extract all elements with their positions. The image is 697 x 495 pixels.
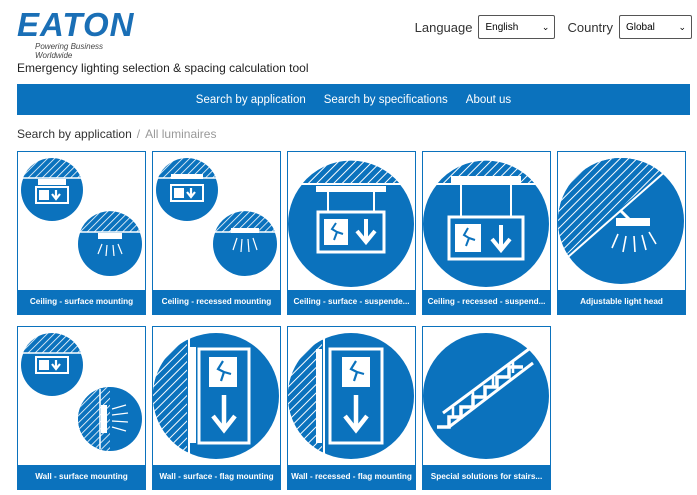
chevron-down-icon: ⌄ [678, 21, 686, 32]
card-wall-recessed-flag-mounting[interactable]: Wall - recessed - flag mounting [287, 326, 416, 490]
card-wall-surface-flag-mounting[interactable]: Wall - surface - flag mounting [152, 326, 281, 490]
logo-tagline: Powering Business Worldwide [35, 42, 104, 60]
card-wall-surface-mounting[interactable]: Wall - surface mounting [17, 326, 146, 490]
chevron-down-icon: ⌄ [541, 21, 550, 32]
breadcrumb-current: All luminaires [145, 127, 217, 141]
card-ceiling-surface-mounting[interactable]: Ceiling - surface mounting [17, 151, 146, 315]
card-label: Ceiling - recessed - suspend... [423, 290, 550, 314]
card-ceiling-recessed-mounting[interactable]: Ceiling - recessed mounting [152, 151, 281, 315]
card-label: Wall - recessed - flag mounting [288, 465, 415, 489]
card-adjustable-light-head[interactable]: Adjustable light head [557, 151, 686, 315]
country-select[interactable]: Global ⌄ [619, 15, 692, 39]
card-label: Special solutions for stairs... [423, 465, 550, 489]
adjustable-light-head-icon [558, 158, 684, 284]
breadcrumb-separator: / [136, 127, 141, 141]
card-label: Ceiling - recessed mounting [153, 290, 280, 314]
country-label: Country [567, 19, 613, 35]
breadcrumb: Search by application / All luminaires [17, 127, 216, 141]
wall-recessed-flag-icon [288, 333, 414, 459]
nav-search-by-specifications[interactable]: Search by specifications [324, 94, 448, 106]
card-special-solutions-stairs[interactable]: Special solutions for stairs... [422, 326, 551, 490]
card-label: Adjustable light head [558, 290, 685, 314]
logo-text: EATON [17, 6, 135, 43]
main-nav: Search by application Search by specific… [17, 84, 690, 115]
language-select[interactable]: English ⌄ [478, 15, 556, 39]
card-label: Ceiling - surface - suspende... [288, 290, 415, 314]
stairs-icon [423, 333, 549, 459]
app-title: Emergency lighting selection & spacing c… [17, 61, 309, 75]
nav-search-by-application[interactable]: Search by application [196, 94, 306, 106]
language-label: Language [414, 19, 473, 35]
language-value: English [485, 21, 519, 33]
card-label: Ceiling - surface mounting [18, 290, 145, 314]
ceiling-surface-suspended-icon [288, 160, 414, 287]
ceiling-recessed-icon [156, 157, 277, 276]
country-value: Global [626, 21, 655, 33]
card-ceiling-surface-suspended[interactable]: Ceiling - surface - suspende... [287, 151, 416, 315]
ceiling-surface-icon [21, 157, 142, 276]
eaton-logo[interactable]: EATON Powering Business Worldwide [17, 6, 137, 61]
wall-surface-flag-icon [153, 333, 279, 459]
ceiling-recessed-suspended-icon [423, 160, 549, 287]
card-label: Wall - surface mounting [18, 465, 145, 489]
locale-selectors: Language English ⌄ Country Global ⌄ [415, 15, 692, 39]
card-ceiling-recessed-suspended[interactable]: Ceiling - recessed - suspend... [422, 151, 551, 315]
nav-about-us[interactable]: About us [466, 94, 511, 106]
card-label: Wall - surface - flag mounting [153, 465, 280, 489]
wall-surface-icon [21, 332, 142, 451]
breadcrumb-root[interactable]: Search by application [17, 127, 132, 141]
